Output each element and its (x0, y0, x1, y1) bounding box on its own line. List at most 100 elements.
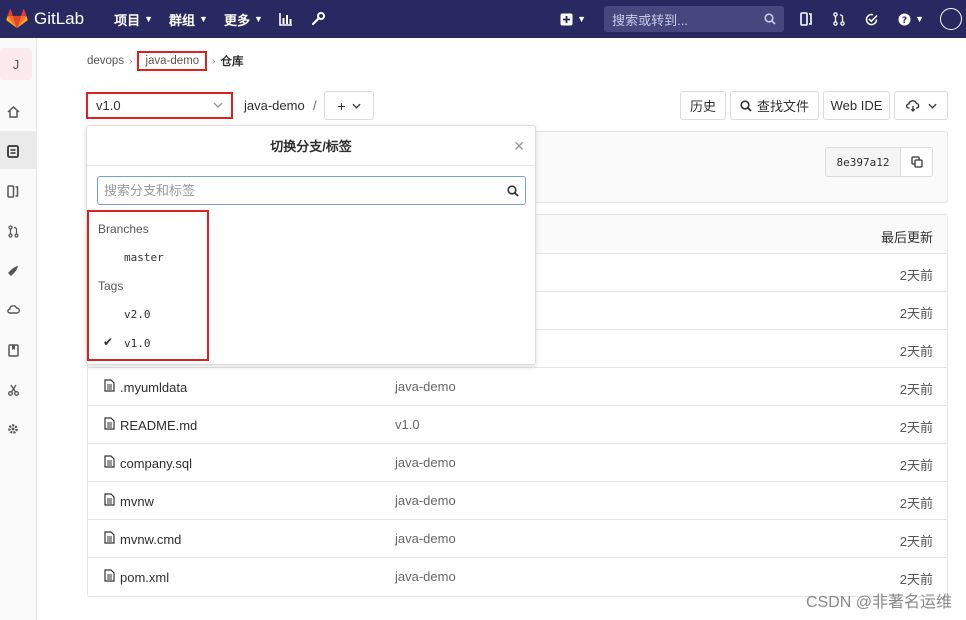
cloud-download-icon (905, 99, 919, 112)
file-name: mvnw (120, 493, 154, 509)
search-icon (740, 99, 752, 112)
brand[interactable]: GitLab (6, 9, 84, 29)
search-placeholder: 搜索或转到... (612, 12, 688, 28)
tag-item-v1-0[interactable]: v1.0 (124, 337, 151, 350)
todo-check-icon[interactable] (865, 13, 878, 26)
search-icon (507, 184, 519, 197)
last-commit-message[interactable]: java-demo (395, 569, 456, 584)
ref-selected-value: v1.0 (96, 98, 121, 113)
last-commit-message[interactable]: java-demo (395, 455, 456, 470)
new-item-dropdown[interactable]: ▼ (560, 13, 586, 26)
merge-request-icon[interactable] (833, 12, 845, 26)
table-row[interactable]: mvnw java-demo 2天前 (88, 482, 947, 520)
history-button[interactable]: 历史 (680, 91, 726, 120)
nav-groups-label: 群组 (169, 12, 196, 28)
file-name-link[interactable]: .myumldata (104, 379, 187, 395)
issues-icon[interactable] (6, 184, 20, 198)
chevron-down-icon: ▼ (199, 14, 208, 24)
clone-dropdown-button[interactable] (894, 91, 948, 120)
branches-header: Branches (98, 222, 149, 236)
last-update-time: 2天前 (899, 306, 933, 321)
gitlab-logo-icon (6, 9, 28, 29)
copy-icon (910, 156, 923, 168)
copy-sha-button[interactable] (901, 147, 933, 177)
last-update-time: 2天前 (899, 420, 933, 435)
rocket-icon[interactable] (6, 264, 20, 278)
file-name-link[interactable]: README.md (104, 417, 197, 433)
table-row[interactable]: .myumldata java-demo 2天前 (88, 368, 947, 406)
cloud-operations-icon[interactable] (6, 303, 20, 317)
file-name-link[interactable]: pom.xml (104, 569, 169, 585)
chevron-down-icon (352, 103, 361, 109)
file-name: company.sql (120, 455, 193, 471)
repo-root-link[interactable]: java-demo (244, 98, 305, 113)
last-update-time: 2天前 (899, 268, 933, 283)
tag-item-v2-0[interactable]: v2.0 (124, 308, 151, 321)
top-navbar: GitLab 项目 ▼ 群组 ▼ 更多 ▼ ▼ 搜索或转到... ? ▼ (0, 0, 966, 38)
snippets-scissors-icon[interactable] (6, 383, 20, 397)
plus-icon: + (337, 97, 346, 114)
wiki-book-icon[interactable] (6, 343, 20, 357)
breadcrumb-group[interactable]: devops (87, 55, 124, 67)
issues-icon[interactable] (800, 12, 813, 26)
web-ide-button[interactable]: Web IDE (823, 91, 890, 120)
tags-header: Tags (98, 279, 124, 293)
ref-search-input[interactable] (104, 183, 507, 198)
checkmark-icon: ✔ (103, 335, 114, 349)
ref-switcher-dropdown: 切换分支/标签 ✕ Branches master Tags v2.0 ✔ v1… (86, 125, 536, 365)
ref-search-field[interactable] (97, 176, 526, 205)
file-name: pom.xml (120, 569, 170, 585)
breadcrumb-project[interactable]: java-demo (137, 51, 208, 71)
file-icon (104, 531, 115, 547)
repository-icon[interactable] (6, 144, 20, 158)
merge-request-icon[interactable] (6, 224, 20, 238)
search-icon (764, 13, 776, 25)
global-search[interactable]: 搜索或转到... (604, 6, 785, 32)
home-icon[interactable] (6, 105, 20, 119)
project-avatar[interactable]: J (0, 48, 32, 80)
file-name: README.md (120, 417, 198, 433)
chevron-right-icon: › (129, 55, 133, 67)
find-file-button[interactable]: 查找文件 (730, 91, 819, 120)
last-update-time: 2天前 (899, 534, 933, 549)
commit-sha-group: 8e397a12 (825, 147, 933, 177)
svg-text:?: ? (902, 16, 907, 26)
chevron-down-icon (927, 103, 937, 109)
file-name-link[interactable]: company.sql (104, 455, 192, 471)
ref-switcher[interactable]: v1.0 (86, 92, 233, 119)
nav-more[interactable]: 更多 ▼ (224, 10, 263, 29)
file-name: mvnw.cmd (120, 531, 182, 547)
breadcrumb-current[interactable]: 仓库 (220, 53, 243, 69)
wrench-icon[interactable] (311, 12, 325, 26)
table-row[interactable]: mvnw.cmd java-demo 2天前 (88, 520, 947, 558)
table-row[interactable]: company.sql java-demo 2天前 (88, 444, 947, 482)
last-commit-message[interactable]: java-demo (395, 531, 456, 546)
user-shortcuts: ? ▼ (800, 8, 966, 30)
last-update-time: 2天前 (899, 572, 933, 587)
file-icon (104, 493, 115, 509)
last-commit-message[interactable]: java-demo (395, 379, 456, 394)
settings-gear-icon[interactable] (6, 422, 20, 436)
chevron-down-icon: ▼ (253, 14, 263, 24)
nav-projects[interactable]: 项目 ▼ (114, 10, 153, 29)
watermark: CSDN @非著名运维 (805, 594, 952, 611)
file-name-link[interactable]: mvnw.cmd (104, 531, 181, 547)
chart-icon[interactable] (279, 12, 293, 26)
last-commit-message[interactable]: v1.0 (395, 417, 420, 432)
breadcrumb: devops › java-demo › 仓库 (87, 51, 243, 71)
close-icon[interactable]: ✕ (513, 138, 525, 155)
table-row[interactable]: README.md v1.0 2天前 (88, 406, 947, 444)
file-icon (104, 455, 115, 471)
user-avatar[interactable] (940, 8, 962, 30)
branch-item-master[interactable]: master (124, 251, 164, 264)
help-dropdown[interactable]: ? ▼ (898, 13, 924, 26)
add-to-tree-button[interactable]: + (324, 91, 374, 120)
last-update-time: 2天前 (899, 382, 933, 397)
commit-sha[interactable]: 8e397a12 (825, 147, 901, 177)
chevron-down-icon: ▼ (577, 14, 587, 24)
nav-groups[interactable]: 群组 ▼ (169, 10, 208, 29)
last-update-time: 2天前 (899, 344, 933, 359)
file-name-link[interactable]: mvnw (104, 493, 154, 509)
last-update-time: 2天前 (899, 496, 933, 511)
last-commit-message[interactable]: java-demo (395, 493, 456, 508)
